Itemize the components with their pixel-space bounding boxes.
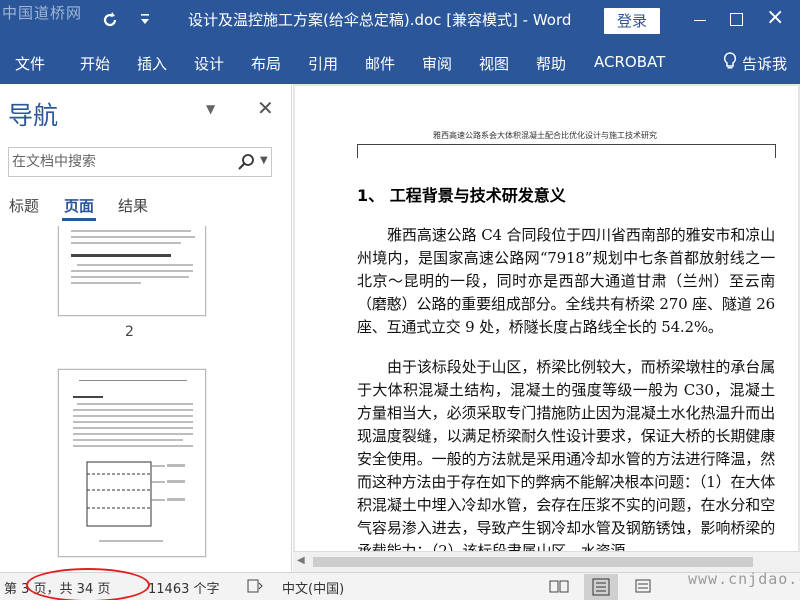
watermark-url: www.cnjdao.com <box>688 570 800 588</box>
running-header: 雅西高速公路系会大体积混凝土配合比优化设计与施工技术研究 <box>433 131 657 140</box>
scrollbar-thumb[interactable] <box>313 557 753 567</box>
web-layout-icon[interactable] <box>634 578 656 594</box>
nav-tab-results[interactable]: 结果 <box>118 195 148 216</box>
tab-review[interactable]: 审阅 <box>422 53 452 74</box>
language-status[interactable]: 中文(中国) <box>282 578 344 597</box>
minimize-icon[interactable] <box>694 20 706 21</box>
crop-mark <box>775 144 776 158</box>
thumbnail-figure <box>86 461 185 527</box>
maximize-icon[interactable] <box>730 13 743 26</box>
title-bar: 中国道桥网 设计及温控施工方案(给伞总定稿).doc [兼容模式] - Word… <box>0 0 800 42</box>
crop-mark <box>357 144 358 158</box>
nav-tab-headings[interactable]: 标题 <box>9 195 39 216</box>
ribbon-tabs: 文件 开始 插入 设计 布局 引用 邮件 审阅 视图 帮助 ACROBAT 告诉… <box>0 42 800 84</box>
tab-insert[interactable]: 插入 <box>137 53 167 74</box>
tab-help[interactable]: 帮助 <box>536 53 566 74</box>
chevron-down-icon[interactable]: ▼ <box>206 102 215 116</box>
tab-mailings[interactable]: 邮件 <box>365 53 395 74</box>
document-area: 雅西高速公路系会大体积混凝土配合比优化设计与施工技术研究 1、 工程背景与技术研… <box>293 84 800 572</box>
page-thumbnail-3[interactable] <box>58 369 206 557</box>
tab-references[interactable]: 引用 <box>308 53 338 74</box>
scroll-left-icon[interactable]: ◀ <box>297 555 305 566</box>
nav-pane-title: 导航 <box>8 101 59 130</box>
active-tab-indicator <box>62 218 96 221</box>
read-mode-icon[interactable] <box>548 578 570 594</box>
paragraph: 由于该标段处于山区，桥梁比例较大，而桥梁墩柱的承台属于大体积混凝土结构，混凝土的… <box>357 358 775 560</box>
tab-home[interactable]: 开始 <box>80 53 110 74</box>
thumbnail-page-number: 2 <box>125 324 134 340</box>
tab-layout[interactable]: 布局 <box>251 53 281 74</box>
search-options-chevron-icon[interactable]: ▼ <box>260 155 268 166</box>
customize-qat-icon[interactable] <box>140 12 150 33</box>
annotation-circle <box>26 568 150 600</box>
proofing-icon[interactable] <box>247 579 263 597</box>
close-icon[interactable]: ✕ <box>257 96 274 120</box>
print-layout-icon[interactable] <box>584 574 618 600</box>
tab-file[interactable]: 文件 <box>15 53 45 74</box>
paragraph: 雅西高速公路 C4 合同段位于四川省西南部的雅安市和凉山州境内，是国家高速公路网… <box>357 226 775 336</box>
page-thumbnail-2[interactable] <box>58 226 206 316</box>
search-icon[interactable] <box>237 153 255 171</box>
login-button[interactable]: 登录 <box>604 8 660 34</box>
search-input[interactable] <box>12 152 232 172</box>
lightbulb-icon[interactable] <box>722 51 738 75</box>
redo-icon[interactable] <box>100 10 120 35</box>
horizontal-scrollbar[interactable]: ◀ <box>293 551 800 572</box>
word-count-status[interactable]: 11463 个字 <box>148 578 220 597</box>
close-window-icon[interactable]: × <box>766 5 784 30</box>
document-title: 设计及温控施工方案(给伞总定稿).doc [兼容模式] - Word <box>188 11 572 29</box>
watermark-logo: 中国道桥网 <box>2 4 83 22</box>
section-heading: 1、 工程背景与技术研发意义 <box>357 186 566 205</box>
nav-tab-pages[interactable]: 页面 <box>64 195 94 216</box>
page-thumbnails: 2 <box>0 226 290 572</box>
nav-search-box[interactable]: ▼ <box>8 147 272 177</box>
tab-view[interactable]: 视图 <box>479 53 509 74</box>
navigation-pane: 导航 ▼ ✕ ▼ 标题 页面 结果 2 <box>0 84 292 572</box>
document-page[interactable]: 雅西高速公路系会大体积混凝土配合比优化设计与施工技术研究 1、 工程背景与技术研… <box>295 86 798 560</box>
tell-me-search[interactable]: 告诉我 <box>742 53 787 74</box>
tab-acrobat[interactable]: ACROBAT <box>594 53 665 71</box>
tab-design[interactable]: 设计 <box>194 53 224 74</box>
header-rule <box>357 144 775 145</box>
